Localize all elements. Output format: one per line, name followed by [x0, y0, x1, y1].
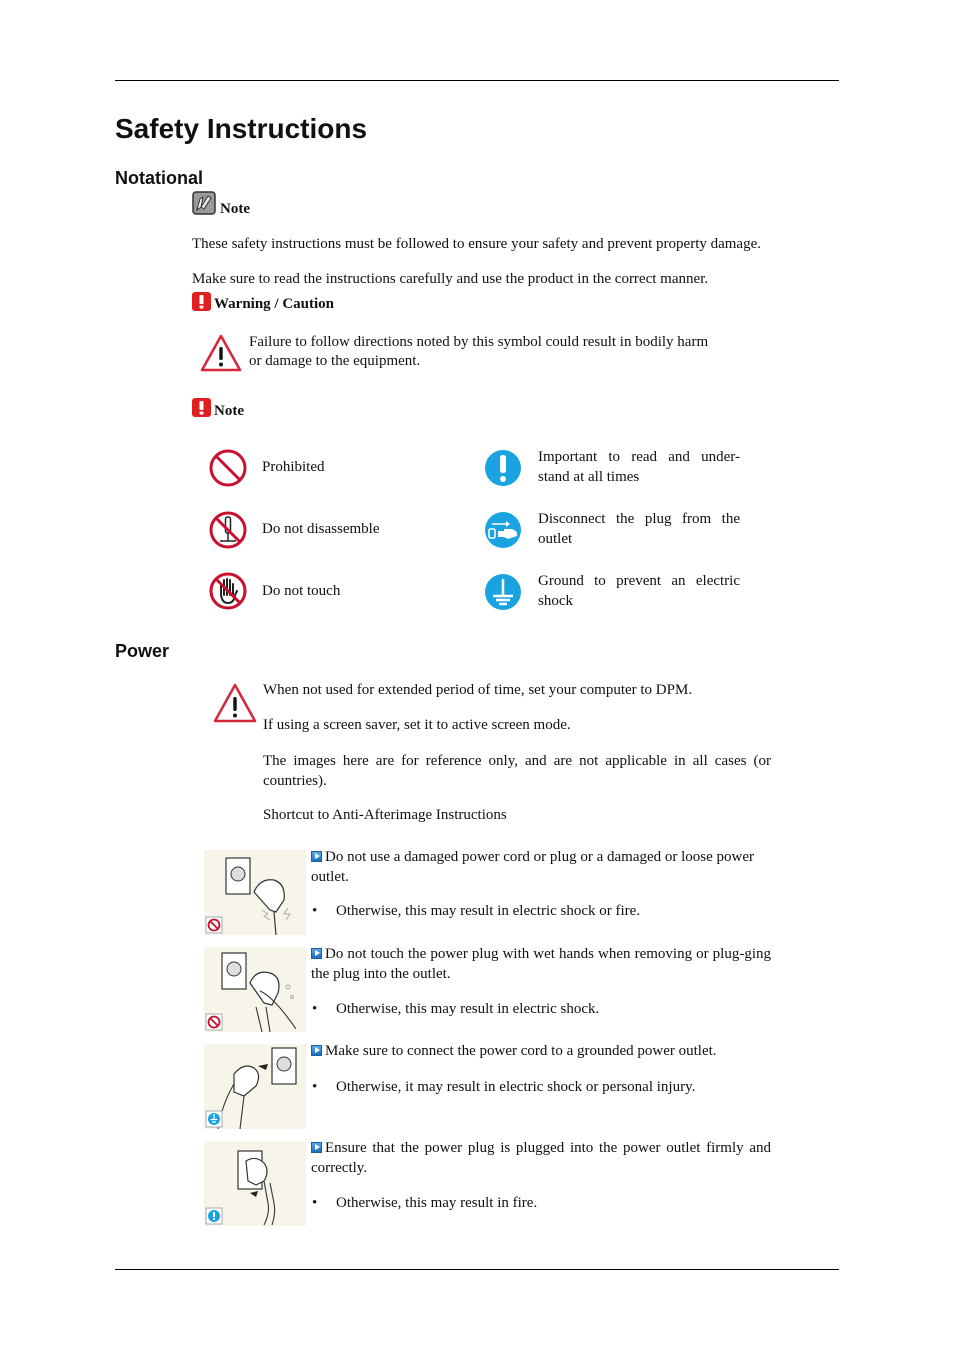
illustration-grounded-outlet: [204, 1044, 306, 1129]
warning-caution-label: Warning / Caution: [214, 296, 335, 312]
illustration-plug-firmly: [204, 1141, 306, 1226]
power-item: Ensure that the power plug is plugged in…: [311, 1140, 771, 1176]
note-label-2: Note: [214, 403, 244, 419]
do-not-disassemble-icon: [208, 510, 248, 550]
warning-triangle-icon: [200, 334, 242, 372]
power-intro: If using a screen saver, set it to activ…: [263, 717, 571, 733]
important-icon: [484, 449, 522, 487]
power-item: Do not use a damaged power cord or plug …: [311, 849, 755, 885]
warning-text: or damage to the equipment.: [249, 353, 421, 369]
ground-icon: [484, 573, 522, 611]
symbol-label: Do not touch: [262, 583, 341, 599]
bullet-dot: •: [312, 1001, 318, 1017]
bullet-dot: •: [312, 1079, 318, 1095]
section-heading-notational: Notational: [115, 168, 203, 188]
power-item-bullet: Otherwise, this may result in fire.: [336, 1195, 538, 1211]
power-intro-link[interactable]: Shortcut to Anti-Afterimage Instructions: [263, 806, 507, 826]
power-intro: When not used for extended period of tim…: [263, 682, 693, 698]
note-red-icon: [192, 398, 211, 417]
symbol-label: Important to read and under- stand at al…: [538, 449, 740, 485]
bottom-rule: [115, 1269, 839, 1270]
arrow-bullet-icon: [311, 851, 322, 862]
bullet-dot: •: [312, 903, 318, 919]
prohibited-icon: [208, 448, 248, 488]
power-item-bullet: Otherwise, this may result in electric s…: [336, 1001, 600, 1017]
warning-caution-icon: [192, 292, 211, 311]
notational-paragraph: Make sure to read the instructions caref…: [192, 271, 709, 287]
power-item: Do not touch the power plug with wet han…: [311, 946, 771, 982]
symbol-label: Disconnect the plug from the outlet: [538, 511, 740, 547]
do-not-touch-icon: [208, 571, 248, 611]
power-item-bullet: Otherwise, this may result in electric s…: [336, 903, 641, 919]
arrow-bullet-icon: [311, 1142, 322, 1153]
symbol-label: Ground to prevent an electric shock: [538, 573, 740, 609]
note-label: Note: [220, 201, 250, 217]
power-item-bullet: Otherwise, it may result in electric sho…: [336, 1079, 696, 1095]
warning-triangle-icon: [213, 683, 257, 723]
notational-paragraph: These safety instructions must be follow…: [192, 236, 761, 252]
illustration-wet-hands: [204, 947, 306, 1032]
arrow-bullet-icon: [311, 1045, 322, 1056]
bullet-dot: •: [312, 1195, 318, 1211]
section-heading-power: Power: [115, 641, 170, 661]
page-title: Safety Instructions: [115, 113, 368, 144]
disconnect-plug-icon: [484, 511, 522, 549]
symbol-label: Prohibited: [262, 459, 325, 475]
top-rule: [115, 80, 839, 81]
power-item: Make sure to connect the power cord to a…: [311, 1042, 773, 1062]
note-icon: [192, 191, 216, 215]
symbol-label: Do not disassemble: [262, 521, 380, 537]
power-intro: The images here are for reference only, …: [263, 753, 771, 789]
arrow-bullet-icon: [311, 948, 322, 959]
illustration-damaged-cord: [204, 850, 306, 935]
warning-text: Failure to follow directions noted by th…: [249, 334, 709, 350]
